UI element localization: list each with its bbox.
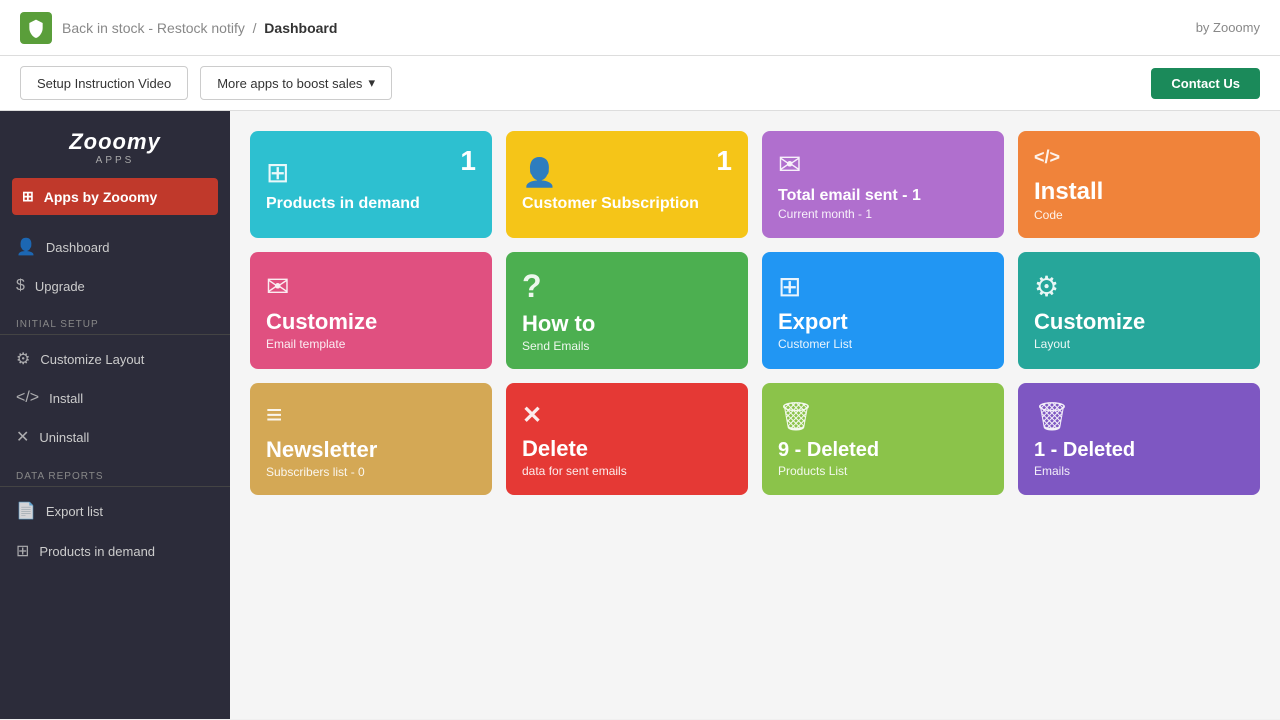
deleted-emails-subtitle: Emails [1034, 464, 1244, 478]
settings-icon: ⚙ [1034, 270, 1244, 303]
sidebar: Zooomy APPS ⊞ Apps by Zooomy 👤 Dashboard… [0, 111, 230, 719]
gear-icon: ⚙ [16, 349, 30, 369]
layout-icon: ⊞ [266, 156, 476, 189]
customize-layout-subtitle: Layout [1034, 337, 1244, 351]
newsletter-title: Newsletter [266, 437, 476, 463]
customize-layout-title: Customize [1034, 309, 1244, 335]
app-logo-icon [20, 12, 52, 44]
email-icon: ✉ [778, 148, 988, 181]
cards-grid: ⊞ 1 Products in demand 👤 1 Customer Subs… [250, 131, 1260, 495]
sidebar-section-initial: INITIAL SETUP [0, 305, 230, 334]
install-title: Install [1034, 178, 1244, 206]
card-install-code[interactable]: </> Install Code [1018, 131, 1260, 238]
apps-by-zooomy-button[interactable]: ⊞ Apps by Zooomy [12, 178, 218, 215]
card-how-to-send[interactable]: ? How to Send Emails [506, 252, 748, 369]
by-label: by Zooomy [1196, 20, 1260, 35]
card-customer-subscription[interactable]: 👤 1 Customer Subscription [506, 131, 748, 238]
dashboard-content: ⊞ 1 Products in demand 👤 1 Customer Subs… [230, 111, 1280, 719]
sidebar-item-dashboard[interactable]: 👤 Dashboard [0, 227, 230, 267]
card-deleted-products[interactable]: 🗑 9 - Deleted Products List [762, 383, 1004, 495]
deleted-products-title: 9 - Deleted [778, 439, 988, 462]
customize-email-title: Customize [266, 309, 476, 335]
contact-us-button[interactable]: Contact Us [1151, 68, 1260, 99]
export-subtitle: Customer List [778, 337, 988, 351]
sidebar-logo: Zooomy APPS [0, 111, 230, 178]
deleted-emails-title: 1 - Deleted [1034, 439, 1244, 462]
deleted-products-subtitle: Products List [778, 464, 988, 478]
grid-small-icon: ⊞ [16, 541, 29, 561]
x-delete-icon: ✕ [522, 401, 732, 430]
card-newsletter[interactable]: ≡ Newsletter Subscribers list - 0 [250, 383, 492, 495]
card-customize-layout[interactable]: ⚙ Customize Layout [1018, 252, 1260, 369]
subscription-title: Customer Subscription [522, 195, 732, 213]
top-bar: Back in stock - Restock notify / Dashboa… [0, 0, 1280, 56]
chevron-down-icon: ▾ [368, 75, 375, 91]
card-deleted-emails[interactable]: 🗑 1 - Deleted Emails [1018, 383, 1260, 495]
setup-video-button[interactable]: Setup Instruction Video [20, 66, 188, 100]
customize-email-subtitle: Email template [266, 337, 476, 351]
breadcrumb: Back in stock - Restock notify / Dashboa… [62, 20, 337, 36]
card-customize-email[interactable]: ✉ Customize Email template [250, 252, 492, 369]
question-icon: ? [522, 268, 732, 305]
email-subtitle: Current month - 1 [778, 207, 988, 221]
trash-emails-icon: 🗑 [1034, 400, 1244, 433]
howto-subtitle: Send Emails [522, 339, 732, 353]
file-icon: 📄 [16, 501, 36, 521]
trash-products-icon: 🗑 [778, 400, 988, 433]
code-icon: </> [16, 389, 39, 407]
card-products-in-demand[interactable]: ⊞ 1 Products in demand [250, 131, 492, 238]
card-export-customer[interactable]: ⊞ Export Customer List [762, 252, 1004, 369]
person-icon: 👤 [16, 237, 36, 257]
envelope-icon: ✉ [266, 270, 476, 303]
grid-icon: ⊞ [22, 188, 34, 205]
app-name: Back in stock - Restock notify [62, 20, 245, 36]
action-bar: Setup Instruction Video More apps to boo… [0, 56, 1280, 111]
more-apps-button[interactable]: More apps to boost sales ▾ [200, 66, 392, 100]
breadcrumb-area: Back in stock - Restock notify / Dashboa… [20, 12, 337, 44]
newsletter-subtitle: Subscribers list - 0 [266, 465, 476, 479]
sidebar-item-customize-layout[interactable]: ⚙ Customize Layout [0, 339, 230, 379]
sidebar-item-install[interactable]: </> Install [0, 379, 230, 417]
newsletter-icon: ≡ [266, 399, 476, 431]
products-count: 1 [460, 145, 476, 177]
sidebar-section-data: DATA REPORTS [0, 457, 230, 486]
sidebar-item-products-in-demand[interactable]: ⊞ Products in demand [0, 531, 230, 571]
code-bracket-icon: </> [1034, 147, 1244, 168]
sidebar-logo-text: Zooomy [16, 129, 214, 155]
sidebar-item-upgrade[interactable]: $ Upgrade [0, 267, 230, 305]
sidebar-divider-1 [0, 334, 230, 335]
sidebar-divider-2 [0, 486, 230, 487]
card-total-email-sent[interactable]: ✉ Total email sent - 1 Current month - 1 [762, 131, 1004, 238]
dollar-icon: $ [16, 277, 25, 295]
page-name: Dashboard [264, 20, 337, 36]
sidebar-item-uninstall[interactable]: ✕ Uninstall [0, 417, 230, 457]
subscription-count: 1 [716, 145, 732, 177]
install-subtitle: Code [1034, 208, 1244, 222]
card-delete-sent-emails[interactable]: ✕ Delete data for sent emails [506, 383, 748, 495]
x-icon: ✕ [16, 427, 29, 447]
sidebar-logo-sub: APPS [16, 155, 214, 166]
user-icon: 👤 [522, 156, 732, 189]
delete-title: Delete [522, 436, 732, 462]
delete-subtitle: data for sent emails [522, 464, 732, 478]
howto-title: How to [522, 311, 732, 337]
email-title: Total email sent - 1 [778, 187, 988, 205]
export-title: Export [778, 309, 988, 335]
action-bar-buttons: Setup Instruction Video More apps to boo… [20, 66, 392, 100]
sidebar-item-export-list[interactable]: 📄 Export list [0, 491, 230, 531]
table-icon: ⊞ [778, 270, 988, 303]
products-title: Products in demand [266, 195, 476, 213]
main-layout: Zooomy APPS ⊞ Apps by Zooomy 👤 Dashboard… [0, 111, 1280, 719]
